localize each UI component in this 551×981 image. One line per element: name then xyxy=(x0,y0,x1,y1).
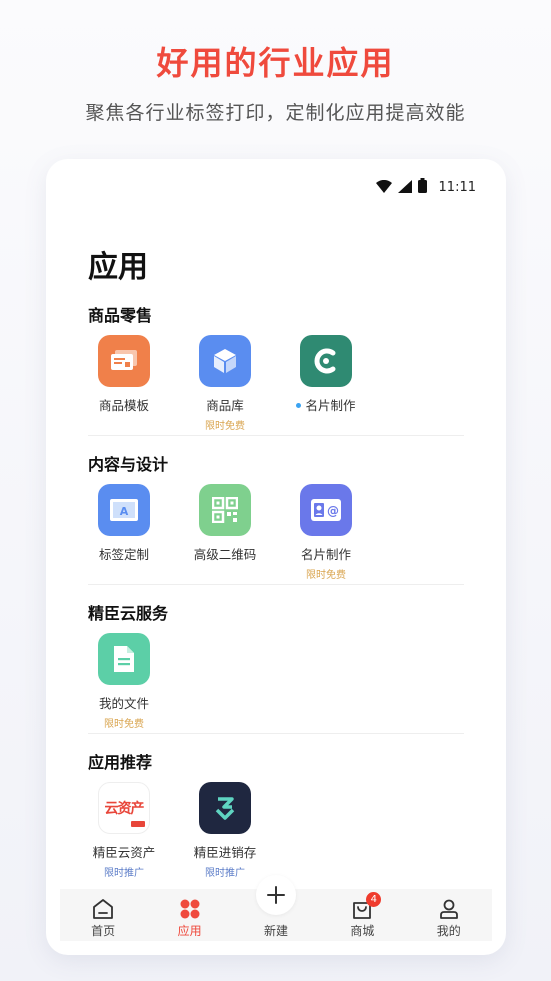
app-label: 商品库 xyxy=(206,398,244,413)
tab-shop[interactable]: 4 商城 xyxy=(322,889,402,941)
package-box-icon xyxy=(199,335,251,387)
app-cloud-asset[interactable]: 云资产 精臣云资产 限时推广 xyxy=(74,782,174,879)
svg-text:A: A xyxy=(120,505,129,518)
wifi-icon xyxy=(375,178,392,197)
label-design-icon: A xyxy=(98,484,150,536)
tab-label: 新建 xyxy=(263,924,288,938)
app-product-library[interactable]: 商品库 限时免费 xyxy=(175,335,275,432)
template-icon xyxy=(98,335,150,387)
new-dot-indicator xyxy=(296,403,302,408)
section-cloud-service: 精臣云服务 xyxy=(88,600,466,624)
tab-home[interactable]: 首页 xyxy=(63,889,143,941)
section-recommended: 应用推荐 xyxy=(88,749,466,773)
section-retail: 商品零售 xyxy=(88,302,466,326)
document-icon xyxy=(98,633,150,685)
status-bar: 11:11 xyxy=(375,177,476,197)
inventory-logo xyxy=(199,782,251,834)
app-business-card[interactable]: 名片制作 xyxy=(276,335,376,414)
section-title: 商品零售 xyxy=(88,306,153,325)
battery-icon xyxy=(417,177,427,197)
promo-title: 好用的行业应用 xyxy=(156,44,395,82)
tab-label: 商城 xyxy=(350,924,375,938)
section-title: 精臣云服务 xyxy=(88,604,169,623)
app-label: 我的文件 xyxy=(98,696,149,711)
app-tag: 限时免费 xyxy=(205,421,245,432)
app-label: 高级二维码 xyxy=(193,547,257,562)
tab-label: 首页 xyxy=(91,924,116,938)
qr-code-icon xyxy=(199,484,251,536)
app-label-design[interactable]: A 标签定制 xyxy=(74,484,174,563)
tab-new[interactable]: 新建 xyxy=(236,875,316,941)
app-inventory[interactable]: 精臣进销存 限时推广 xyxy=(175,782,275,879)
app-label-text: 名片制作 xyxy=(305,398,356,413)
app-advanced-qr[interactable]: 高级二维码 xyxy=(175,484,275,563)
app-label: 名片制作 xyxy=(276,395,376,414)
section-title: 应用推荐 xyxy=(88,753,153,772)
app-label: 名片制作 xyxy=(300,547,351,562)
plus-icon xyxy=(255,875,296,915)
svg-text:@: @ xyxy=(327,504,339,518)
bottom-tab-bar: 首页 应用 新建 4 商城 我的 xyxy=(60,875,492,941)
divider xyxy=(88,733,464,734)
cloud-asset-logo-text: 云资产 xyxy=(104,801,145,817)
app-label: 标签定制 xyxy=(98,547,149,562)
app-contact-card[interactable]: @ 名片制作 限时免费 xyxy=(276,484,376,581)
page-title: 应用 xyxy=(88,250,148,285)
tab-label: 我的 xyxy=(436,924,461,938)
app-tag: 限时推广 xyxy=(205,868,245,879)
status-time: 11:11 xyxy=(438,179,476,195)
business-card-c-icon xyxy=(300,335,352,387)
shopping-bag-icon xyxy=(322,894,402,920)
tab-profile[interactable]: 我的 xyxy=(409,889,489,941)
section-title: 内容与设计 xyxy=(88,455,169,474)
section-content-design: 内容与设计 xyxy=(88,451,466,475)
apps-grid-icon xyxy=(150,894,230,920)
logo-ribbon xyxy=(131,821,145,827)
app-label: 精臣云资产 xyxy=(92,845,156,860)
divider xyxy=(88,584,464,585)
divider xyxy=(88,435,464,436)
promo-subtitle: 聚焦各行业标签打印，定制化应用提高效能 xyxy=(85,102,466,124)
app-product-template[interactable]: 商品模板 xyxy=(74,335,174,414)
cloud-asset-logo: 云资产 xyxy=(98,782,150,834)
signal-icon xyxy=(397,178,412,197)
app-tag: 限时推广 xyxy=(104,868,144,879)
app-tag: 限时免费 xyxy=(306,570,346,581)
app-my-files[interactable]: 我的文件 限时免费 xyxy=(74,633,174,730)
phone-screen: 11:11 应用 商品零售 商品模板 商品库 限时免费 名片制作 内容与设计 A… xyxy=(46,159,506,955)
contact-card-icon: @ xyxy=(300,484,352,536)
tab-apps[interactable]: 应用 xyxy=(150,889,230,941)
user-icon xyxy=(409,894,489,920)
app-tag: 限时免费 xyxy=(104,719,144,730)
home-icon xyxy=(63,894,143,920)
app-label: 商品模板 xyxy=(98,398,149,413)
app-label: 精臣进销存 xyxy=(193,845,257,860)
tab-label: 应用 xyxy=(177,924,202,938)
